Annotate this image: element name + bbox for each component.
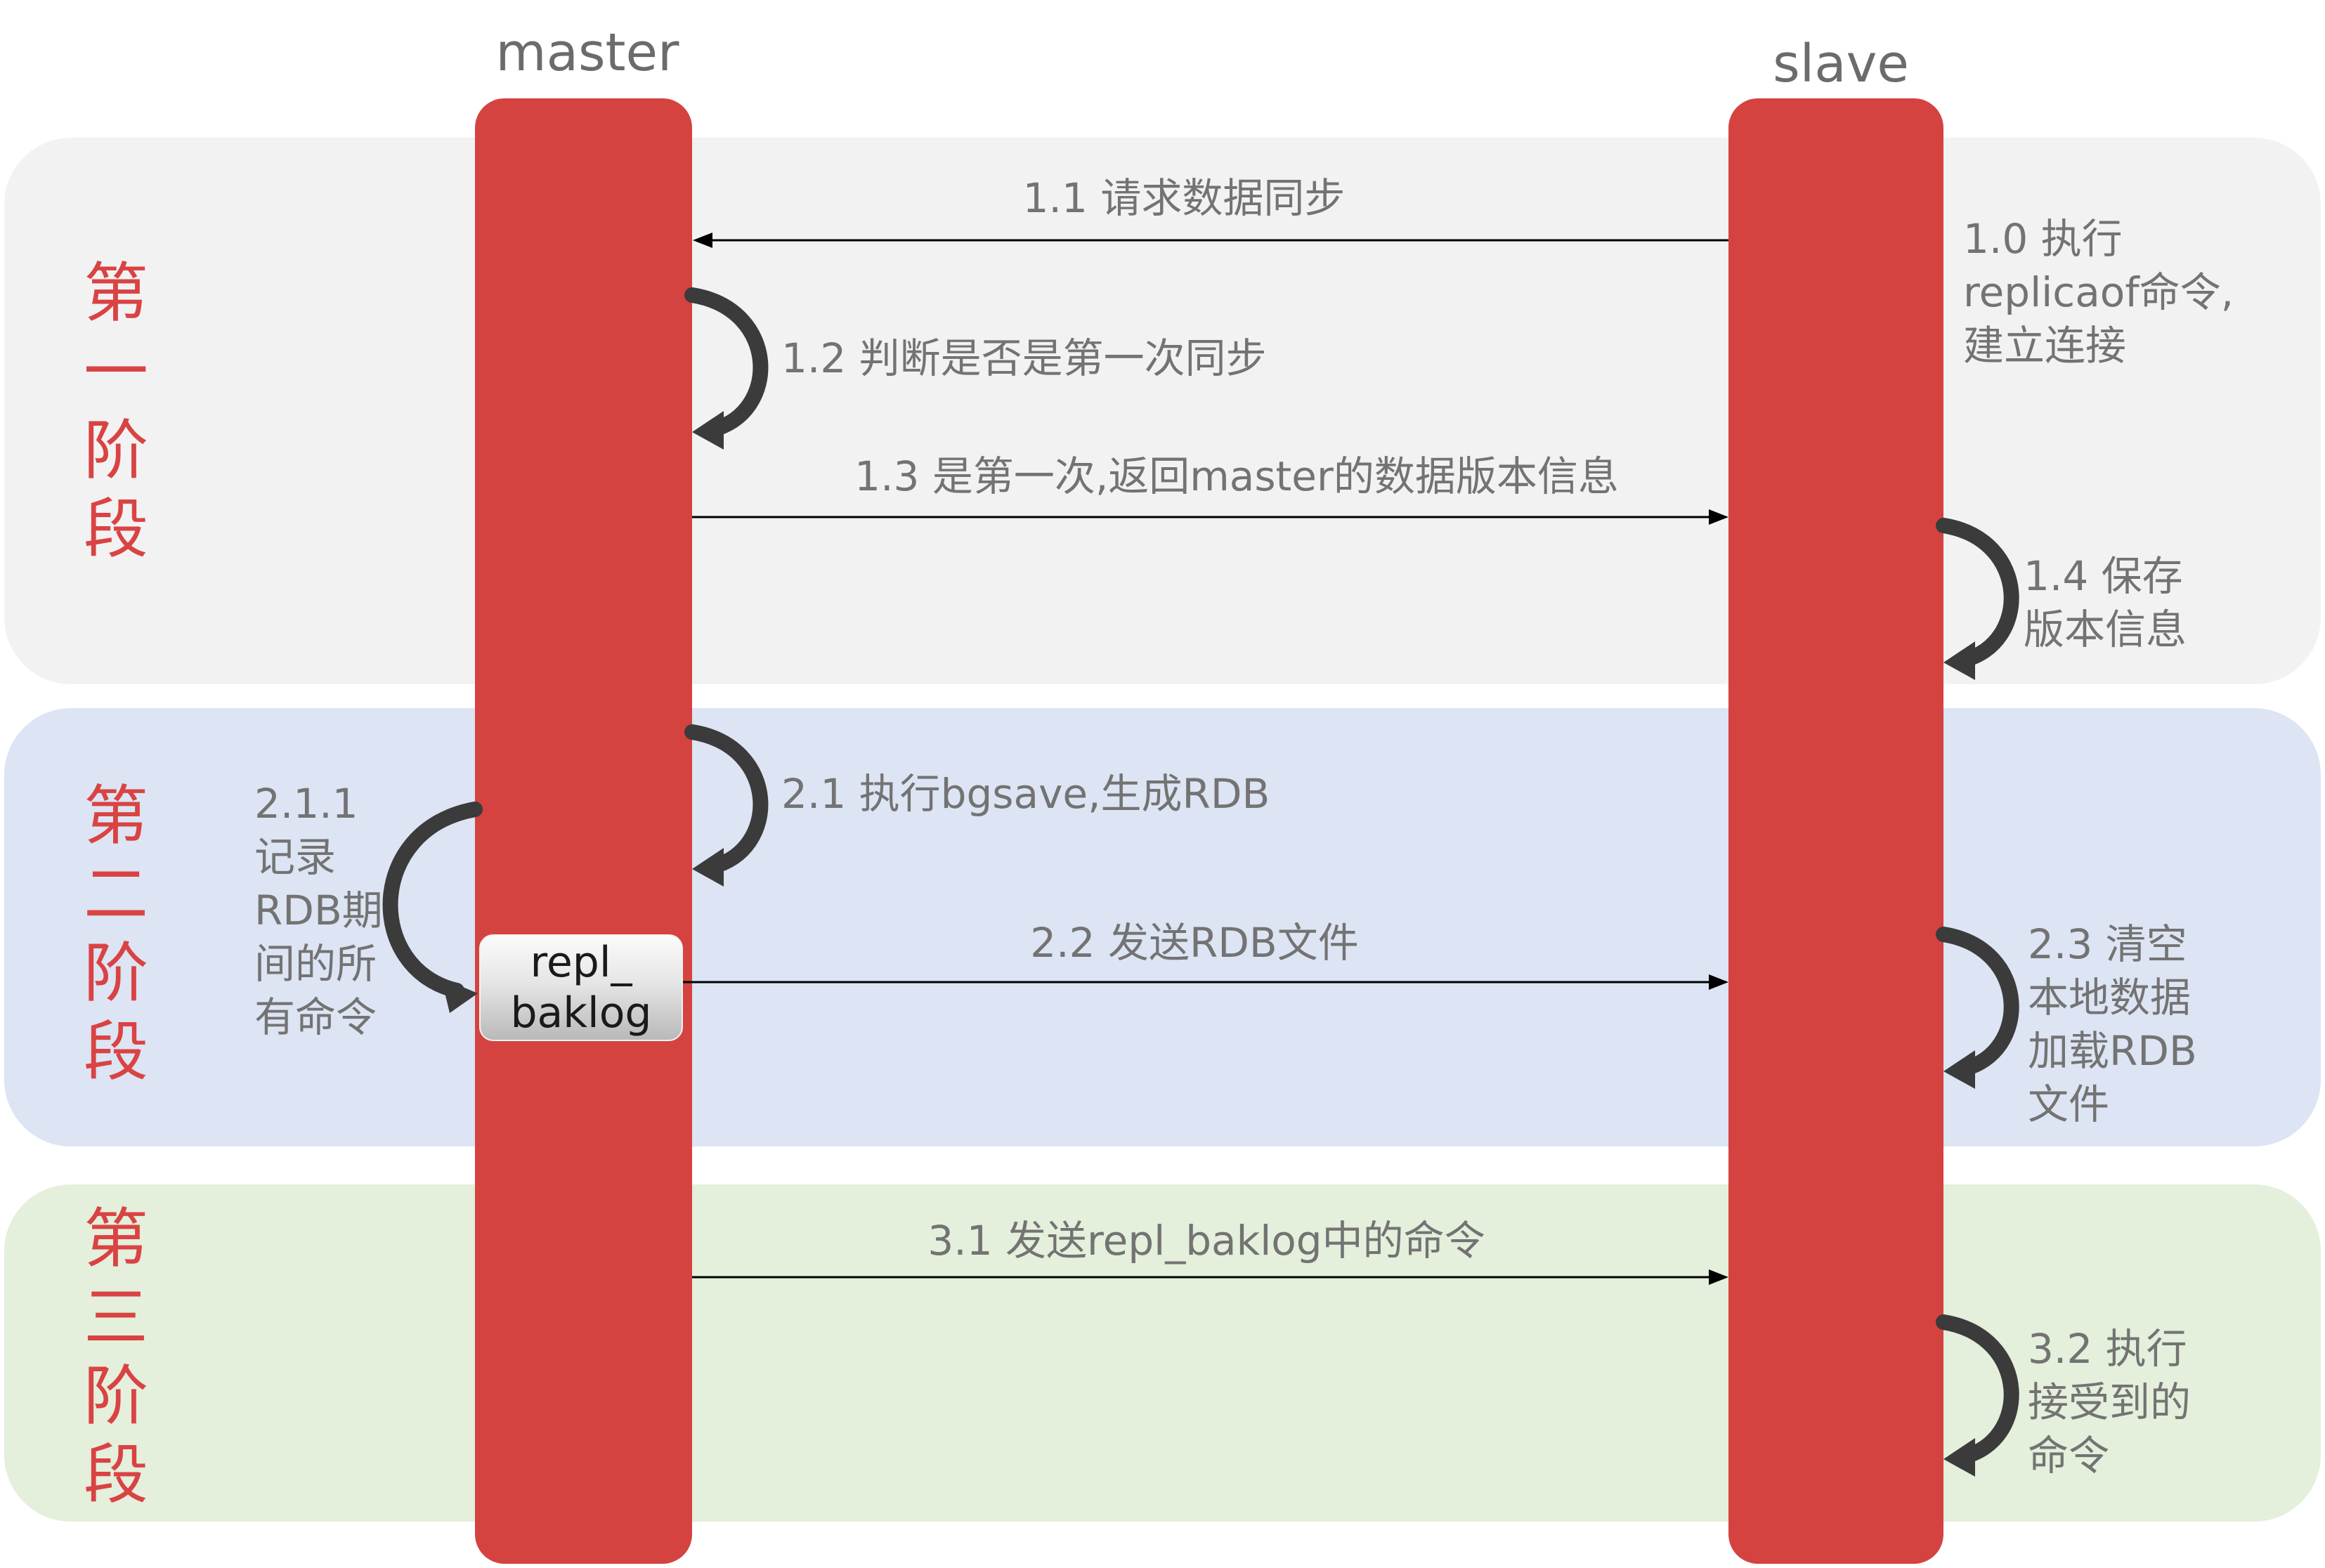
step-2-1-label: 2.1 执行bgsave,生成RDB	[781, 770, 1270, 818]
slave-actor-label: slave	[1773, 34, 1909, 94]
phase-1-label: 第一阶段	[83, 256, 148, 567]
step-2-3-label: 2.3 清空 本地数据 加载RDB 文件	[2028, 920, 2197, 1128]
step-1-4-label: 1.4 保存 版本信息	[2024, 552, 2187, 653]
master-actor-label: master	[495, 22, 679, 83]
step-1-3-label: 1.3 是第一次,返回master的数据版本信息	[854, 452, 1619, 500]
step-2-1-1-label: 2.1.1 记录 RDB期 间的所 有命令	[254, 780, 383, 1041]
step-3-2-label: 3.2 执行 接受到的 命令	[2028, 1325, 2192, 1479]
step-3-1-label: 3.1 发送repl_baklog中的命令	[927, 1217, 1485, 1265]
phase-2-label: 第二阶段	[83, 778, 148, 1090]
step-1-1-label: 1.1 请求数据同步	[1022, 174, 1346, 222]
step-2-2-label: 2.2 发送RDB文件	[1030, 919, 1359, 967]
step-1-0-label: 1.0 执行 replicaof命令, 建立连接	[1963, 215, 2234, 370]
phase-3-label: 第三阶段	[83, 1201, 148, 1513]
labels-layer: master slave 第一阶段 第二阶段 第三阶段 1.1 请求数据同步 1…	[0, 0, 2325, 1568]
step-1-2-label: 1.2 判断是否是第一次同步	[781, 334, 1267, 382]
